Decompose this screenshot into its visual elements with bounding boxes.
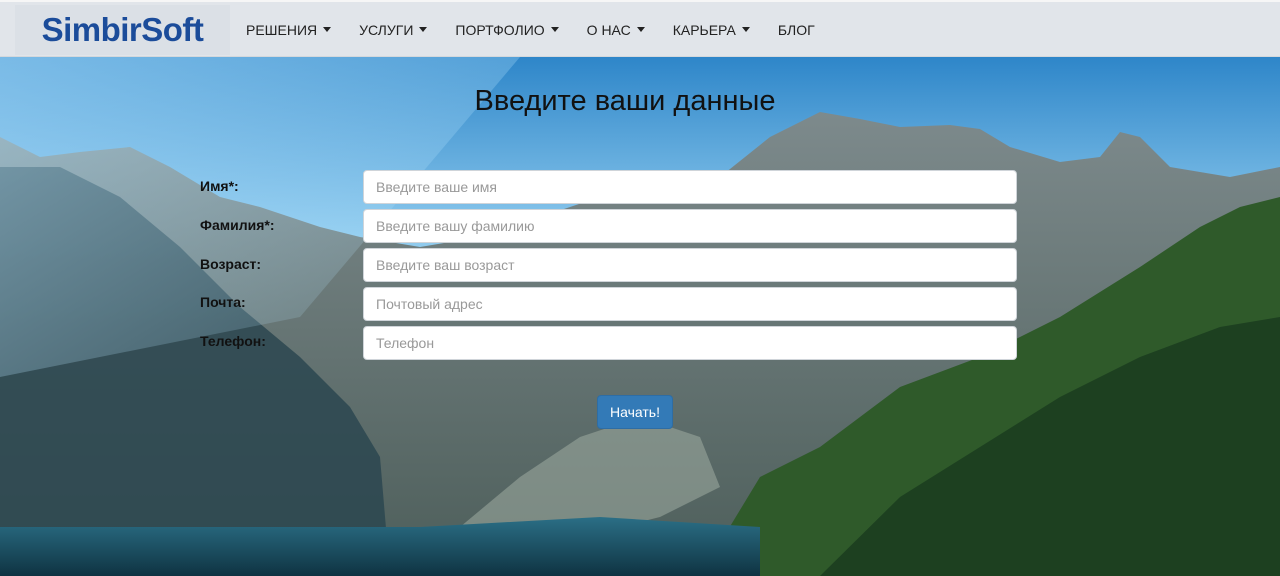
form-row-first-name: Имя*: bbox=[0, 170, 1280, 204]
nav-item-label: РЕШЕНИЯ bbox=[246, 21, 318, 38]
form-row-phone: Телефон: bbox=[0, 326, 1280, 360]
nav-item-career[interactable]: КАРЬЕРА bbox=[659, 2, 764, 57]
nav-item-label: БЛОГ bbox=[777, 21, 815, 38]
caret-down-icon bbox=[741, 27, 750, 32]
age-field[interactable] bbox=[363, 248, 1017, 282]
main-nav: РЕШЕНИЯ УСЛУГИ ПОРТФОЛИО О НАС КАРЬЕРА Б… bbox=[232, 2, 829, 57]
nav-item-label: ПОРТФОЛИО bbox=[455, 21, 545, 38]
caret-down-icon bbox=[419, 27, 428, 32]
phone-field[interactable] bbox=[363, 326, 1017, 360]
age-label: Возраст: bbox=[200, 256, 262, 272]
nav-item-solutions[interactable]: РЕШЕНИЯ bbox=[232, 2, 345, 57]
form-row-age: Возраст: bbox=[0, 248, 1280, 282]
caret-down-icon bbox=[550, 27, 559, 32]
brand-logo-text: SimbirSoft bbox=[41, 11, 204, 48]
nav-item-label: О НАС bbox=[586, 21, 631, 38]
nav-item-portfolio[interactable]: ПОРТФОЛИО bbox=[441, 2, 572, 57]
nav-item-about[interactable]: О НАС bbox=[573, 2, 659, 57]
nav-item-services[interactable]: УСЛУГИ bbox=[345, 2, 441, 57]
brand-logo[interactable]: SimbirSoft bbox=[15, 5, 230, 55]
start-button[interactable]: Начать! bbox=[597, 395, 673, 429]
nav-item-blog[interactable]: БЛОГ bbox=[764, 2, 829, 57]
nav-item-label: КАРЬЕРА bbox=[672, 21, 736, 38]
email-label: Почта: bbox=[200, 294, 246, 310]
nav-item-label: УСЛУГИ bbox=[359, 21, 414, 38]
caret-down-icon bbox=[636, 27, 645, 32]
email-field[interactable] bbox=[363, 287, 1017, 321]
first-name-field[interactable] bbox=[363, 170, 1017, 204]
form-row-last-name: Фамилия*: bbox=[0, 209, 1280, 243]
top-navbar: SimbirSoft РЕШЕНИЯ УСЛУГИ ПОРТФОЛИО О НА… bbox=[0, 0, 1280, 57]
phone-label: Телефон: bbox=[200, 333, 266, 349]
form-row-email: Почта: bbox=[0, 287, 1280, 321]
first-name-label: Имя*: bbox=[200, 178, 239, 194]
last-name-label: Фамилия*: bbox=[200, 217, 275, 233]
last-name-field[interactable] bbox=[363, 209, 1017, 243]
form-title: Введите ваши данные bbox=[474, 85, 776, 117]
caret-down-icon bbox=[323, 27, 332, 32]
